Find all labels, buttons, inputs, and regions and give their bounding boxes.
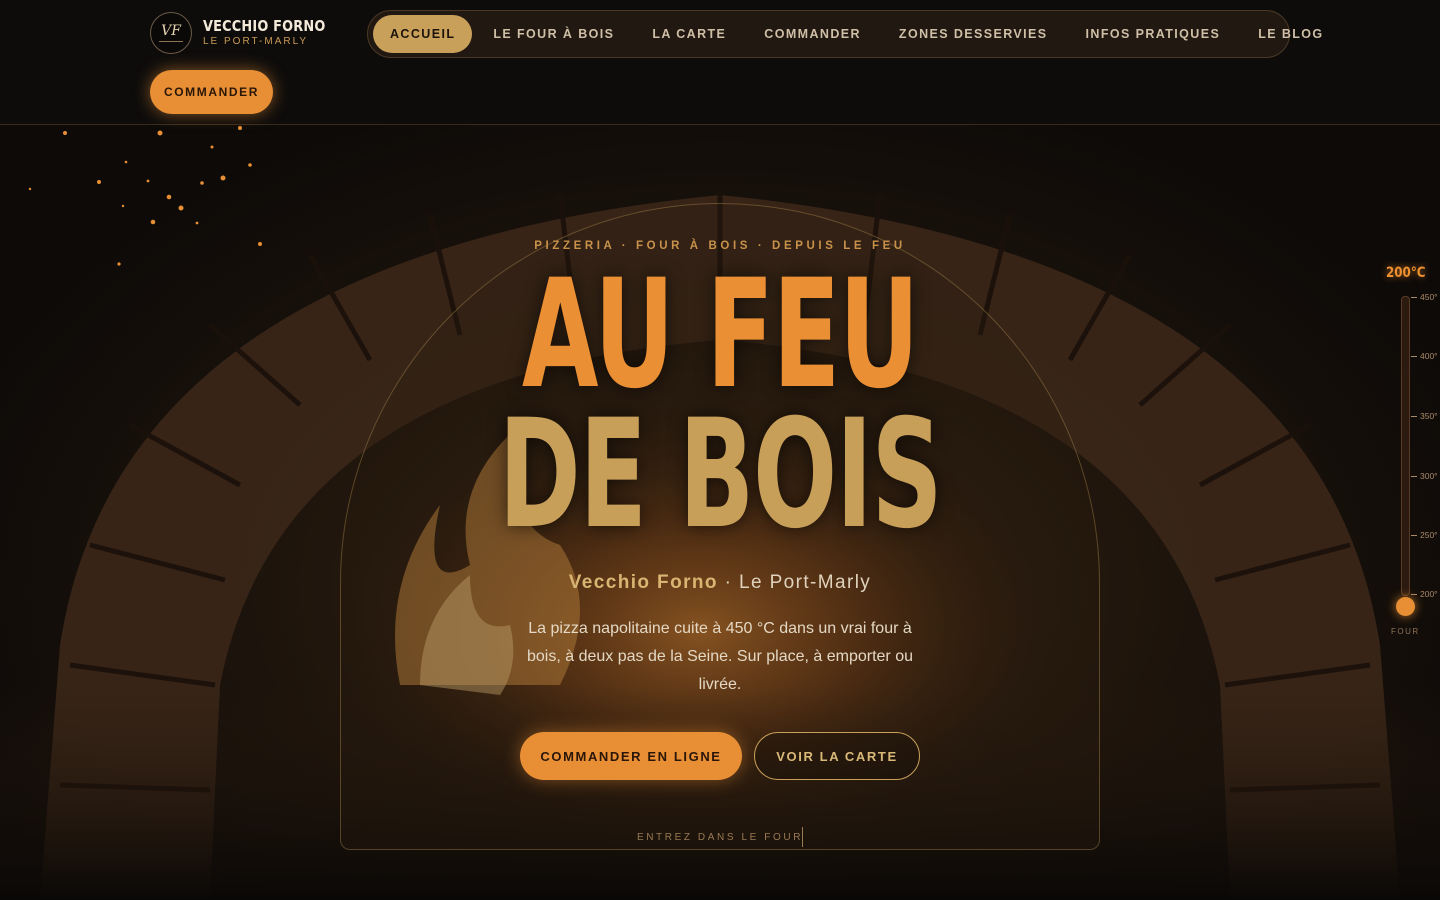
thermometer-tick: 300° <box>1411 471 1438 481</box>
logo-monogram: VF <box>161 22 181 39</box>
logo-rule <box>159 40 183 43</box>
thermometer-tick: 250° <box>1411 530 1438 540</box>
thermometer-tick: 200° <box>1411 589 1438 599</box>
nav-item-infos-pratiques[interactable]: INFOS PRATIQUES <box>1069 15 1238 53</box>
oven-thermometer: 200°C 450° 400° 350° 300° 250° 200° FOUR <box>1378 265 1440 645</box>
nav-item-le-blog[interactable]: LE BLOG <box>1241 15 1340 53</box>
main-nav: ACCUEIL LE FOUR À BOIS LA CARTE COMMANDE… <box>367 10 1322 58</box>
brand-location: LE PORT-MARLY <box>203 36 309 47</box>
nav-item-four-a-bois[interactable]: LE FOUR À BOIS <box>476 15 631 53</box>
nav-item-la-carte[interactable]: LA CARTE <box>635 15 743 53</box>
order-online-button[interactable]: COMMANDER EN LIGNE <box>520 732 742 780</box>
brand-logo-link[interactable]: VF VECCHIO FORNO LE PORT-MARLY <box>150 12 345 54</box>
logo-badge-icon: VF <box>150 12 192 54</box>
thermometer-readout: 200°C <box>1386 265 1426 281</box>
scroll-cue-line <box>802 827 803 847</box>
nav-item-commander[interactable]: COMMANDER <box>747 15 878 53</box>
hero-subtitle-separator: · <box>717 572 739 593</box>
view-menu-button[interactable]: VOIR LA CARTE <box>754 732 920 780</box>
thermometer-tick: 350° <box>1411 411 1438 421</box>
thermometer-tick: 400° <box>1411 351 1438 361</box>
hero-title-line2: DE BOIS <box>498 388 943 562</box>
thermometer-bulb <box>1396 597 1415 616</box>
scroll-cue[interactable]: ENTREZ DANS LE FOUR <box>0 832 1440 843</box>
brand-name: VECCHIO FORNO <box>203 17 326 35</box>
nav-item-zones-desservies[interactable]: ZONES DESSERVIES <box>882 15 1065 53</box>
thermometer-tube <box>1401 296 1410 596</box>
hero-subtitle: Vecchio Forno · Le Port-Marly <box>0 572 1440 594</box>
hero-lead: La pizza napolitaine cuite à 450 °C dans… <box>526 620 913 693</box>
header-order-button[interactable]: COMMANDER <box>150 70 273 114</box>
hero-subtitle-name: Vecchio Forno <box>568 572 718 593</box>
brand-text: VECCHIO FORNO LE PORT-MARLY <box>203 18 345 48</box>
site-header: VF VECCHIO FORNO LE PORT-MARLY ACCUEIL L… <box>0 0 1440 125</box>
hero-subtitle-place: Le Port-Marly <box>738 572 872 593</box>
hero-title-line1: AU FEU <box>521 248 919 422</box>
hero-section: PIZZERIA · FOUR À BOIS · DEPUIS LE FEU A… <box>0 125 1440 900</box>
nav-item-accueil[interactable]: ACCUEIL <box>373 15 473 53</box>
thermometer-label: FOUR <box>1391 627 1420 636</box>
thermometer-tick: 450° <box>1411 292 1438 302</box>
